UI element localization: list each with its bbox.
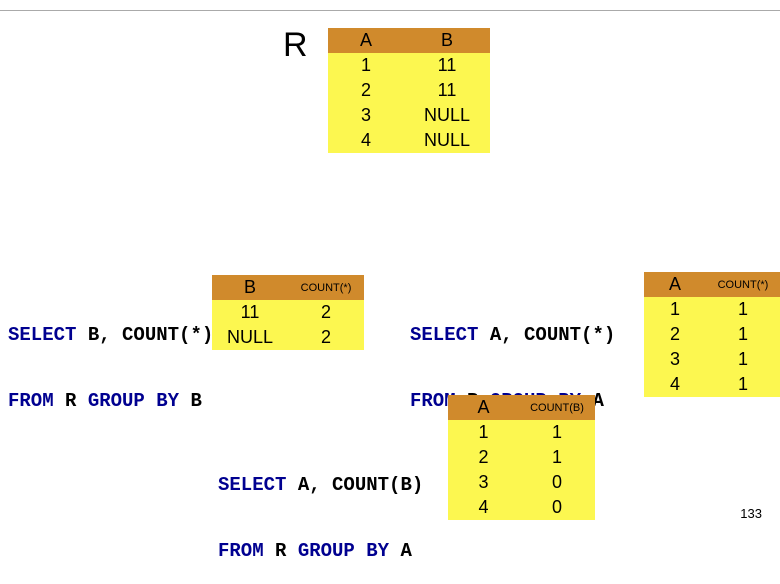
cell: 1 xyxy=(448,420,519,445)
table-row: 11 xyxy=(644,297,780,322)
top-table: A B 111 211 3NULL 4NULL xyxy=(328,28,490,153)
cell: 2 xyxy=(288,325,364,350)
table-row: NULL2 xyxy=(212,325,364,350)
table-header-row: B COUNT(*) xyxy=(212,275,364,300)
cell: 2 xyxy=(448,445,519,470)
table-header-row: A COUNT(B) xyxy=(448,395,595,420)
identifier: A, COUNT(B) xyxy=(298,474,423,496)
cell: 1 xyxy=(644,297,706,322)
table-row: 41 xyxy=(644,372,780,397)
cell: 3 xyxy=(644,347,706,372)
keyword: GROUP BY xyxy=(298,540,401,562)
cell: 4 xyxy=(448,495,519,520)
cell: 1 xyxy=(706,372,780,397)
cell: NULL xyxy=(404,103,490,128)
col-header: B xyxy=(212,275,288,300)
table-header-row: A B xyxy=(328,28,490,53)
cell: 1 xyxy=(706,297,780,322)
identifier: R xyxy=(275,540,298,562)
cell: 1 xyxy=(519,445,595,470)
cell: 11 xyxy=(404,78,490,103)
col-header: COUNT(*) xyxy=(288,275,364,300)
keyword: FROM xyxy=(218,540,275,562)
identifier: A xyxy=(400,540,411,562)
col-header: A xyxy=(644,272,706,297)
cell: 1 xyxy=(519,420,595,445)
col-header: B xyxy=(404,28,490,53)
result-table-2: A COUNT(*) 11 21 31 41 xyxy=(644,272,780,397)
identifier: B, COUNT(*) xyxy=(88,324,213,346)
col-header: COUNT(*) xyxy=(706,272,780,297)
page-number: 133 xyxy=(740,506,762,521)
keyword: FROM xyxy=(8,390,65,412)
cell: 2 xyxy=(288,300,364,325)
cell: 2 xyxy=(328,78,404,103)
keyword: SELECT xyxy=(8,324,88,346)
table-row: 112 xyxy=(212,300,364,325)
cell: 11 xyxy=(404,53,490,78)
table-row: 40 xyxy=(448,495,595,520)
result-table-3: A COUNT(B) 11 21 30 40 xyxy=(448,395,595,520)
cell: 0 xyxy=(519,470,595,495)
table-row: 211 xyxy=(328,78,490,103)
sql-line: FROM R GROUP BY A xyxy=(218,540,423,562)
sql-line: SELECT B, COUNT(*) xyxy=(8,324,213,346)
sql-line: SELECT A, COUNT(*) xyxy=(410,324,615,346)
table-row: 4NULL xyxy=(328,128,490,153)
cell: 0 xyxy=(519,495,595,520)
sql-line: FROM R GROUP BY B xyxy=(8,390,213,412)
col-header: A xyxy=(328,28,404,53)
table-row: 21 xyxy=(644,322,780,347)
identifier: B xyxy=(190,390,201,412)
table-row: 30 xyxy=(448,470,595,495)
cell: 2 xyxy=(644,322,706,347)
table-header-row: A COUNT(*) xyxy=(644,272,780,297)
cell: 4 xyxy=(328,128,404,153)
col-header: COUNT(B) xyxy=(519,395,595,420)
identifier: A, COUNT(*) xyxy=(490,324,615,346)
table-row: 3NULL xyxy=(328,103,490,128)
cell: 3 xyxy=(328,103,404,128)
table-row: 31 xyxy=(644,347,780,372)
keyword: SELECT xyxy=(410,324,490,346)
cell: 1 xyxy=(706,322,780,347)
col-header: A xyxy=(448,395,519,420)
cell: 11 xyxy=(212,300,288,325)
sql-line: SELECT A, COUNT(B) xyxy=(218,474,423,496)
sql-query-1: SELECT B, COUNT(*) FROM R GROUP BY B xyxy=(8,280,213,434)
cell: 1 xyxy=(328,53,404,78)
table-row: 21 xyxy=(448,445,595,470)
cell: 3 xyxy=(448,470,519,495)
cell: NULL xyxy=(212,325,288,350)
cell: NULL xyxy=(404,128,490,153)
relation-label: R xyxy=(283,26,308,65)
result-table-1: B COUNT(*) 112 NULL2 xyxy=(212,275,364,350)
top-divider xyxy=(0,10,780,11)
keyword: SELECT xyxy=(218,474,298,496)
table-row: 11 xyxy=(448,420,595,445)
cell: 1 xyxy=(706,347,780,372)
cell: 4 xyxy=(644,372,706,397)
keyword: GROUP BY xyxy=(88,390,191,412)
table-row: 111 xyxy=(328,53,490,78)
identifier: R xyxy=(65,390,88,412)
sql-query-3: SELECT A, COUNT(B) FROM R GROUP BY A xyxy=(218,430,423,584)
